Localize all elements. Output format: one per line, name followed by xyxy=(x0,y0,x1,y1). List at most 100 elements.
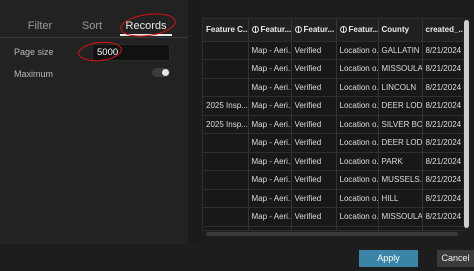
table-cell[interactable]: Location o... xyxy=(336,189,379,208)
table-cell[interactable]: Verified xyxy=(291,133,337,153)
table-cell[interactable]: Verified xyxy=(291,226,337,230)
column-header-county[interactable]: County xyxy=(378,19,423,42)
table-cell[interactable]: Verified xyxy=(291,189,337,208)
table-row[interactable]: Map - Aeri...VerifiedLocation o...MISSOU… xyxy=(203,59,464,79)
table-cell[interactable]: MISSOULA xyxy=(378,59,423,79)
table-cell[interactable]: 8/21/2024 xyxy=(422,226,464,230)
page-size-label: Page size xyxy=(14,47,54,57)
table-cell[interactable]: Location o... xyxy=(336,96,379,116)
maximum-toggle[interactable] xyxy=(152,68,170,77)
tab-sort[interactable]: Sort xyxy=(62,14,122,38)
table-cell[interactable]: Location o... xyxy=(336,115,379,134)
table-row[interactable]: Map - Aeri...VerifiedLocation o...LINCOL… xyxy=(203,78,464,97)
table-cell[interactable]: 2025 Insp... xyxy=(203,96,249,116)
table-cell[interactable]: Map - Aeri... xyxy=(248,41,292,60)
table-row[interactable]: Map - Aeri...VerifiedLocation o...GALLAT… xyxy=(203,41,464,60)
table-row[interactable]: Map - Aeri...VerifiedLocation o...LAKE8/… xyxy=(203,226,464,230)
table-cell[interactable]: Location o... xyxy=(336,170,379,190)
table-row[interactable]: Map - Aeri...VerifiedLocation o...MUSSEL… xyxy=(203,170,464,190)
table-cell[interactable]: Map - Aeri... xyxy=(248,226,292,230)
column-header-feature-1[interactable]: Featur... xyxy=(248,19,292,42)
table-cell[interactable]: DEER LOD... xyxy=(378,133,423,153)
table-cell[interactable]: Location o... xyxy=(336,41,379,60)
table-cell[interactable]: LAKE xyxy=(378,226,423,230)
header-text: Featur... xyxy=(303,25,335,35)
table-cell[interactable] xyxy=(203,170,249,190)
table-cell[interactable]: Verified xyxy=(291,59,337,79)
table-cell[interactable]: Map - Aeri... xyxy=(248,133,292,153)
header-text: Featur... xyxy=(348,25,378,35)
table-cell[interactable]: Map - Aeri... xyxy=(248,207,292,227)
table-cell[interactable]: Map - Aeri... xyxy=(248,59,292,79)
table-cell[interactable]: Location o... xyxy=(336,226,379,230)
table-cell[interactable]: Verified xyxy=(291,152,337,171)
header-text: created_... xyxy=(425,25,465,35)
table-cell[interactable]: Verified xyxy=(291,78,337,97)
records-settings-panel: Filter Sort Records Page size Maximum xyxy=(0,0,188,271)
table-cell[interactable]: Location o... xyxy=(336,59,379,79)
scrollbar-thumb[interactable] xyxy=(464,20,469,228)
table-cell[interactable]: LINCOLN xyxy=(378,78,423,97)
table-cell[interactable]: Map - Aeri... xyxy=(248,115,292,134)
tab-filter[interactable]: Filter xyxy=(10,14,70,38)
table-row[interactable]: Map - Aeri...VerifiedLocation o...DEER L… xyxy=(203,133,464,153)
header-text: Feature C... xyxy=(206,25,248,35)
table-cell[interactable]: Location o... xyxy=(336,133,379,153)
table-cell[interactable]: 2025 Insp... xyxy=(203,115,249,134)
table-cell[interactable]: HILL xyxy=(378,189,423,208)
apply-changes-button[interactable]: Apply changes xyxy=(359,250,418,271)
table-cell[interactable]: MISSOULA xyxy=(378,207,423,227)
table-cell[interactable] xyxy=(203,133,249,153)
table-cell[interactable]: Verified xyxy=(291,115,337,134)
table-cell[interactable]: Location o... xyxy=(336,207,379,227)
globe-icon xyxy=(251,26,259,34)
table-cell[interactable] xyxy=(203,207,249,227)
table-cell[interactable]: PARK xyxy=(378,152,423,171)
table-cell[interactable]: MUSSELS... xyxy=(378,170,423,190)
table-cell[interactable]: 8/21/2024 xyxy=(422,115,464,134)
table-cell[interactable]: Map - Aeri... xyxy=(248,170,292,190)
table-cell[interactable]: Verified xyxy=(291,170,337,190)
table-cell[interactable]: 8/21/2024 xyxy=(422,78,464,97)
panel-divider xyxy=(188,0,202,271)
horizontal-scrollbar[interactable] xyxy=(206,232,458,236)
table-cell[interactable]: Map - Aeri... xyxy=(248,78,292,97)
table-cell[interactable]: 8/21/2024 xyxy=(422,133,464,153)
table-cell[interactable]: 8/21/2024 xyxy=(422,207,464,227)
table-row[interactable]: 2025 Insp... Map - Aeri... Verified Locatio… xyxy=(203,96,464,116)
table-cell[interactable]: Location o... xyxy=(336,78,379,97)
vertical-scrollbar[interactable] xyxy=(463,18,470,231)
table-row[interactable]: Map - Aeri...VerifiedLocation o...HILL8/… xyxy=(203,189,464,208)
column-header-feature-c[interactable]: Feature C... xyxy=(203,19,249,42)
table-cell[interactable]: DEER LOD... xyxy=(378,96,423,116)
table-cell[interactable]: 8/21/2024 xyxy=(422,152,464,171)
table-cell[interactable]: 8/21/2024 xyxy=(422,189,464,208)
table-row[interactable]: Map - Aeri...VerifiedLocation o...PARK8/… xyxy=(203,152,464,171)
table-cell[interactable] xyxy=(203,189,249,208)
table-cell[interactable]: Verified xyxy=(291,207,337,227)
table-cell[interactable]: Map - Aeri... xyxy=(248,152,292,171)
table-cell[interactable] xyxy=(203,59,249,79)
table-cell[interactable] xyxy=(203,78,249,97)
table-cell[interactable]: Location o... xyxy=(336,152,379,171)
table-cell[interactable]: 8/21/2024 xyxy=(422,170,464,190)
table-cell[interactable] xyxy=(203,152,249,171)
table-cell[interactable]: GALLATIN xyxy=(378,41,423,60)
table-cell[interactable]: SILVER BOW xyxy=(378,115,423,134)
column-header-feature-3[interactable]: Featur... xyxy=(336,19,379,42)
table-row[interactable]: 2025 Insp... Map - Aeri... Verified Locatio… xyxy=(203,115,464,134)
table-cell[interactable] xyxy=(203,226,249,230)
table-cell[interactable]: Verified xyxy=(291,41,337,60)
table-cell[interactable]: 8/21/2024 xyxy=(422,96,464,116)
cancel-button[interactable]: Cancel xyxy=(437,250,474,267)
table-cell[interactable] xyxy=(203,41,249,60)
table-cell[interactable]: Map - Aeri... xyxy=(248,189,292,208)
column-header-created[interactable]: created_... xyxy=(422,19,465,42)
table-cell[interactable]: 8/21/2024 xyxy=(422,41,464,60)
column-header-feature-2[interactable]: Featur... xyxy=(291,19,337,42)
table-cell[interactable]: 8/21/2024 xyxy=(422,59,464,79)
table-cell[interactable]: Map - Aeri... xyxy=(248,96,292,116)
data-grid: Feature C... Featur... Featur... Featur.… xyxy=(203,19,465,230)
table-cell[interactable]: Verified xyxy=(291,96,337,116)
table-row[interactable]: Map - Aeri...VerifiedLocation o...MISSOU… xyxy=(203,207,464,227)
